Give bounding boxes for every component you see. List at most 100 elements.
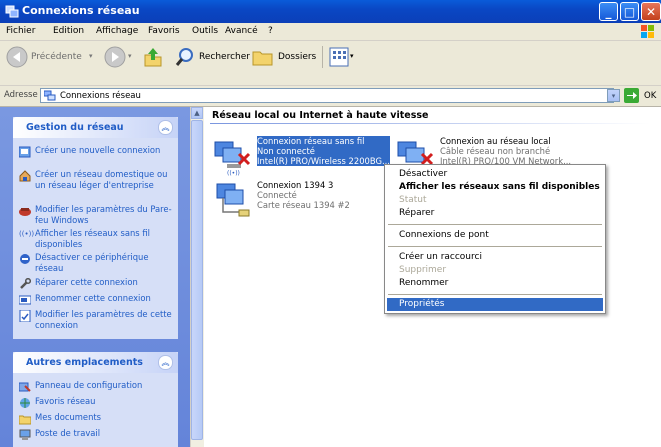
left-pane-scrollbar[interactable]: ▲: [190, 107, 204, 447]
menu-help[interactable]: ?: [268, 26, 273, 36]
control-panel-icon: [19, 382, 31, 392]
task-label: Afficher les réseaux sans fil disponible…: [35, 228, 150, 249]
menu-edition[interactable]: Edition: [53, 26, 84, 36]
connection-name: Connexion 1394 3: [257, 180, 334, 190]
scroll-thumb[interactable]: [191, 120, 203, 440]
network-tasks-panel: Gestion du réseau ︽ Créer une nouvelle c…: [13, 117, 178, 339]
my-computer-icon: [19, 429, 31, 440]
collapse-chevron-icon[interactable]: ︽: [158, 120, 173, 135]
folders-button[interactable]: Dossiers: [252, 46, 322, 68]
connection-name: Connexion au réseau local: [440, 136, 551, 146]
address-label: Adresse: [4, 90, 38, 100]
create-connection-icon: [19, 146, 31, 158]
address-dropdown-icon[interactable]: ▾: [607, 89, 620, 102]
network-connections-icon: [44, 90, 56, 101]
connection-device: Carte réseau 1394 #2: [257, 200, 350, 210]
task-label: Modifier les paramètres de cette connexi…: [35, 309, 172, 330]
svg-text:((•)): ((•)): [227, 170, 240, 176]
collapse-chevron-icon[interactable]: ︽: [158, 355, 173, 370]
task-label: Réparer cette connexion: [35, 277, 138, 287]
go-label: OK: [644, 91, 657, 101]
windows-logo-icon: [641, 25, 654, 38]
connection-device: Intel(R) PRO/Wireless 2200BG...: [257, 156, 390, 166]
address-bar: Adresse Connexions réseau ▾ OK: [0, 86, 661, 107]
menu-outils[interactable]: Outils: [192, 26, 218, 36]
task-pane: Gestion du réseau ︽ Créer une nouvelle c…: [0, 107, 190, 447]
menu-separator: [388, 294, 602, 295]
connection-1394-item[interactable]: Connexion 1394 3 Connecté Carte réseau 1…: [213, 180, 393, 220]
back-button[interactable]: Précédente: [6, 46, 86, 68]
menu-affichage[interactable]: Affichage: [96, 26, 138, 36]
menu-item-proprietes[interactable]: Propriétés: [387, 298, 603, 311]
repair-icon: [20, 278, 31, 289]
network-connections-icon: [5, 5, 19, 18]
menu-avance[interactable]: Avancé: [225, 26, 258, 36]
wireless-connection-icon: ((•)): [214, 141, 251, 176]
menu-item-view-wireless[interactable]: Afficher les réseaux sans fil disponible…: [387, 181, 603, 194]
menu-fichier[interactable]: Fichier: [6, 26, 35, 36]
maximize-button[interactable]: □: [620, 2, 639, 21]
forward-dropdown-icon[interactable]: ▾: [128, 52, 132, 60]
menu-bar: Fichier Edition Affichage Favoris Outils…: [0, 23, 661, 41]
rename-icon: [19, 295, 31, 305]
menu-item-reparer[interactable]: Réparer: [387, 207, 603, 220]
other-places-panel: Autres emplacements ︽ Panneau de configu…: [13, 352, 178, 447]
back-arrow-icon: [6, 46, 28, 68]
other-places-header[interactable]: Autres emplacements ︽: [13, 352, 178, 373]
place-label: Poste de travail: [35, 428, 101, 438]
views-dropdown-icon[interactable]: ▾: [350, 52, 354, 60]
connection-status: Câble réseau non branché: [440, 146, 551, 156]
menu-item-create-shortcut[interactable]: Créer un raccourci: [387, 251, 603, 264]
menu-item-renommer[interactable]: Renommer: [387, 277, 603, 290]
close-button[interactable]: ✕: [641, 2, 661, 21]
address-value: Connexions réseau: [60, 91, 141, 101]
menu-separator: [388, 246, 602, 247]
disable-device-icon: [20, 254, 30, 264]
place-label: Mes documents: [35, 412, 102, 422]
home-network-icon: [19, 170, 31, 182]
menu-favoris[interactable]: Favoris: [148, 26, 180, 36]
window-title: Connexions réseau: [22, 4, 140, 17]
connection-1394-icon: [216, 183, 250, 217]
task-label: Renommer cette connexion: [35, 293, 151, 303]
minimize-button[interactable]: _: [599, 2, 618, 21]
task-label: Désactiver ce périphérique réseau: [35, 252, 149, 273]
search-icon: [175, 48, 193, 66]
folders-label: Dossiers: [278, 52, 317, 62]
network-tasks-header[interactable]: Gestion du réseau ︽: [13, 117, 178, 138]
scroll-up-icon[interactable]: ▲: [191, 107, 203, 119]
go-button[interactable]: OK: [624, 88, 660, 104]
task-label: Créer une nouvelle connexion: [35, 145, 161, 155]
menu-item-statut: Statut: [399, 195, 427, 205]
network-places-icon: [20, 398, 30, 408]
toolbar-separator: [322, 46, 323, 68]
go-arrow-icon: [624, 88, 639, 103]
search-button[interactable]: Rechercher: [175, 46, 255, 68]
group-divider: [210, 123, 650, 124]
context-menu: Désactiver Afficher les réseaux sans fil…: [384, 164, 606, 314]
menu-item-bridge[interactable]: Connexions de pont: [387, 229, 603, 242]
place-label: Favoris réseau: [35, 396, 96, 406]
other-places-title: Autres emplacements: [26, 357, 143, 368]
connection-name: Connexion réseau sans fil: [257, 136, 390, 146]
views-icon[interactable]: [329, 47, 349, 67]
toolbar: Précédente ▾ ▾ Rechercher Dossiers ▾: [0, 41, 661, 86]
search-label: Rechercher: [199, 52, 250, 62]
place-label: Panneau de configuration: [35, 380, 143, 390]
menu-item-supprimer: Supprimer: [399, 265, 447, 275]
up-folder-icon[interactable]: [142, 46, 164, 68]
task-label: Créer un réseau domestique ou un réseau …: [35, 169, 168, 190]
my-documents-icon: [19, 415, 31, 425]
back-label: Précédente: [31, 52, 82, 62]
firewall-icon: [19, 208, 31, 216]
menu-separator: [388, 224, 602, 225]
wireless-connection-item[interactable]: ((•)) Connexion réseau sans fil Non conn…: [213, 136, 393, 176]
network-tasks-title: Gestion du réseau: [26, 122, 124, 133]
connection-status: Non connecté: [257, 146, 390, 156]
back-dropdown-icon[interactable]: ▾: [89, 52, 93, 60]
forward-arrow-icon[interactable]: [104, 46, 126, 68]
address-input[interactable]: Connexions réseau: [40, 88, 614, 103]
menu-item-desactiver[interactable]: Désactiver: [387, 168, 603, 181]
title-bar: Connexions réseau _ □ ✕: [0, 0, 661, 23]
properties-icon: [19, 310, 31, 322]
